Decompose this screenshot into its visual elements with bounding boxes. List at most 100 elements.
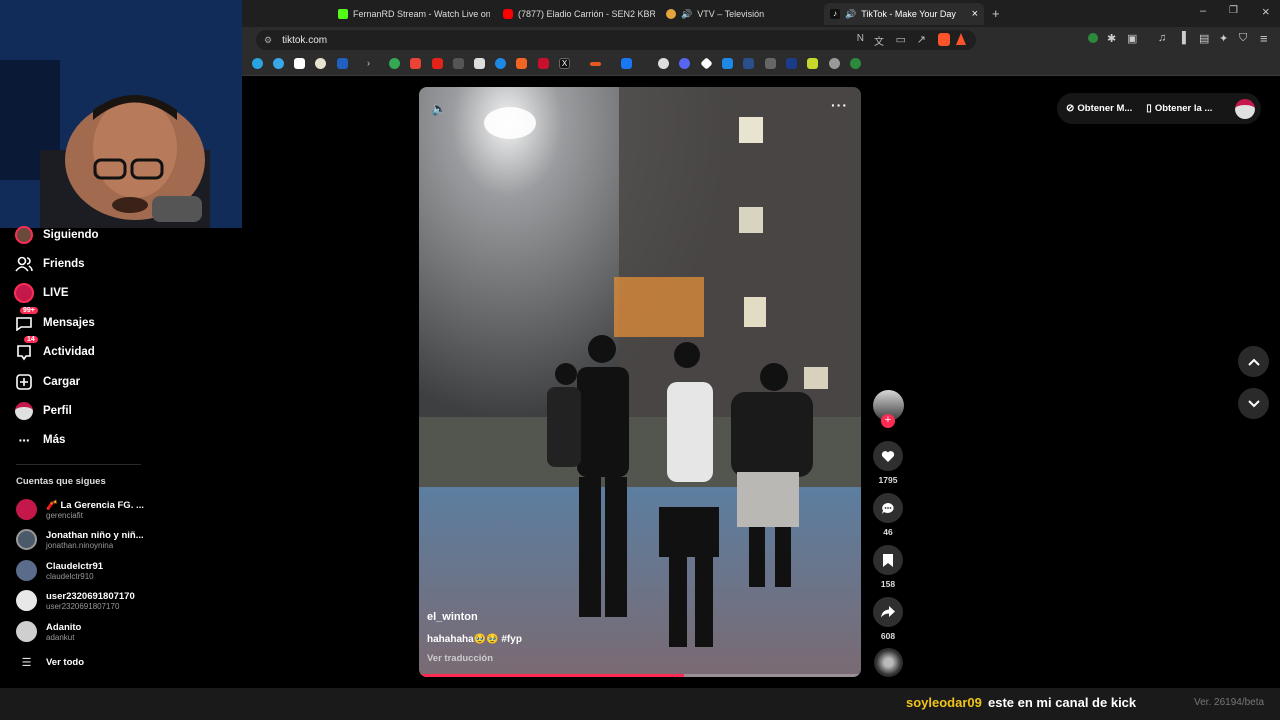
menu-icon[interactable]: ≡ — [1260, 31, 1268, 46]
translate-icon[interactable]: 文 — [874, 33, 884, 48]
maps-bookmark-icon[interactable] — [389, 58, 400, 69]
volume-icon[interactable]: 🔈 — [431, 101, 447, 117]
restore-icon[interactable]: ❐ — [1229, 5, 1238, 16]
account-item[interactable]: Jonathan niño y niñ... jonathan.ninoynina — [16, 529, 144, 550]
x-bookmark-icon[interactable]: X — [559, 58, 570, 69]
bookmark-icon[interactable] — [474, 58, 485, 69]
close-tab-icon[interactable]: × — [972, 8, 978, 20]
bookmark-icon[interactable] — [700, 57, 713, 70]
media-icon[interactable]: ♫ — [1158, 32, 1166, 44]
cast-icon[interactable]: ▭ — [896, 33, 906, 46]
share-icon[interactable]: ↗ — [917, 33, 926, 46]
bookmark-icon[interactable] — [850, 58, 861, 69]
video-progress-track[interactable] — [419, 674, 861, 677]
account-item[interactable]: user2320691807170 user2320691807170 — [16, 590, 135, 611]
chat-username: soyleodar09 — [906, 695, 982, 710]
share-button[interactable]: 608 — [872, 597, 904, 641]
comment-button[interactable]: 46 — [872, 493, 904, 537]
screenshot-icon[interactable]: ▣ — [1127, 32, 1137, 45]
bookmark-icon[interactable] — [829, 58, 840, 69]
close-window-icon[interactable]: × — [1262, 4, 1270, 19]
follow-plus-icon[interactable]: + — [881, 414, 895, 428]
save-button[interactable]: 158 — [872, 545, 904, 589]
wallet-icon[interactable]: ▤ — [1199, 32, 1209, 45]
author-avatar-button[interactable]: + — [872, 390, 904, 428]
bookmark-icon[interactable] — [315, 58, 326, 69]
account-item[interactable]: Adanito adankut — [16, 621, 81, 642]
bookmark-icon[interactable] — [453, 58, 464, 69]
following-accounts-title: Cuentas que sigues — [16, 476, 106, 487]
share-arrow-icon[interactable] — [873, 597, 903, 627]
video-player[interactable]: 🔈 ··· el_winton hahahaha🥹🥹 #fyp Ver trad… — [419, 87, 861, 677]
list-icon: ☰ — [21, 657, 32, 669]
comment-icon[interactable] — [873, 493, 903, 523]
bookmark-icon[interactable]: › — [367, 58, 378, 69]
discord-bookmark-icon[interactable] — [679, 58, 690, 69]
nav-more[interactable]: ··· Más — [14, 430, 66, 450]
bookmark-icon[interactable] — [432, 58, 443, 69]
previous-video-button[interactable] — [1238, 346, 1269, 377]
bookmark-icon[interactable] — [786, 58, 797, 69]
more-options-icon[interactable]: ··· — [831, 97, 848, 113]
see-translation-link[interactable]: Ver traducción — [427, 653, 493, 664]
bookmark-icon[interactable] — [658, 58, 669, 69]
account-username: claudelctr910 — [46, 571, 94, 581]
bookmark-icon[interactable] — [538, 58, 549, 69]
bookmark-icon[interactable] — [621, 58, 632, 69]
chat-message: este en mi canal de kick — [988, 695, 1137, 710]
see-all-link[interactable]: ☰ Ver todo — [16, 656, 84, 669]
kick-icon — [338, 9, 348, 19]
omnibox[interactable]: ⚙ tiktok.com ↗ ▭ 文 N — [256, 30, 976, 50]
nav-messages[interactable]: 99+ Mensajes — [14, 307, 95, 333]
sound-disc-button[interactable] — [872, 648, 904, 677]
brave-shield-icon[interactable] — [938, 33, 950, 46]
tab-fernanrd[interactable]: FernanRD Stream - Watch Live on Ki — [332, 3, 490, 25]
site-settings-icon[interactable]: ⚙ — [264, 35, 272, 46]
bookmark-icon[interactable] — [807, 58, 818, 69]
next-video-button[interactable] — [1238, 388, 1269, 419]
nav-live[interactable]: LIVE — [14, 283, 69, 303]
bookmark-icon[interactable] — [273, 58, 284, 69]
bookmark-icon[interactable] — [294, 58, 305, 69]
tab-vtv[interactable]: 🔊 VTV – Televisión — [660, 3, 818, 25]
account-name: Adanito — [46, 621, 82, 633]
bookmark-icon[interactable] — [516, 58, 527, 69]
bookmark-icon[interactable] — [743, 58, 754, 69]
bookmark-icon[interactable] — [873, 545, 903, 575]
brave-rewards-icon[interactable] — [956, 33, 966, 45]
tab-youtube[interactable]: (7877) Eladio Carrión - SEN2 KBRN M — [497, 3, 655, 25]
friends-icon — [14, 254, 34, 274]
get-coins-button[interactable]: ⊘ Obtener M... — [1066, 103, 1132, 114]
video-progress-fill — [419, 674, 685, 677]
bookmark-icon[interactable] — [590, 62, 601, 66]
bookmark-icon[interactable] — [410, 58, 421, 69]
sidebar-toggle-icon[interactable]: ▐ — [1178, 32, 1186, 44]
leo-ai-icon[interactable]: ✦ — [1219, 32, 1228, 45]
get-app-button[interactable]: ▯ Obtener la ... — [1146, 103, 1212, 114]
telegram-bookmark-icon[interactable] — [252, 58, 263, 69]
nav-activity[interactable]: 14 Actividad — [14, 336, 95, 362]
bookmark-icon[interactable] — [337, 58, 348, 69]
bookmark-icon[interactable] — [765, 58, 776, 69]
new-tab-button[interactable]: + — [992, 6, 1000, 21]
account-username: gerenciafit — [46, 510, 83, 520]
profile-avatar[interactable] — [1235, 98, 1255, 119]
account-item[interactable]: 🧨 La Gerencia FG. ... gerenciafit — [16, 499, 144, 520]
nav-following[interactable]: Siguiendo — [14, 225, 99, 245]
heart-icon[interactable] — [873, 441, 903, 471]
like-button[interactable]: 1795 — [872, 441, 904, 485]
account-item[interactable]: Claudelctr91 claudelctr910 — [16, 560, 103, 581]
video-author[interactable]: el_winton — [427, 611, 478, 623]
extension-green-icon[interactable] — [1088, 33, 1098, 43]
tab-tiktok[interactable]: ♪ 🔊 TikTok - Make Your Day × — [824, 3, 984, 25]
nav-upload[interactable]: Cargar — [14, 372, 80, 392]
no-tracking-icon[interactable]: N — [857, 33, 864, 44]
vpn-icon[interactable]: ⛉ — [1239, 32, 1247, 45]
bookmark-icon[interactable] — [722, 58, 733, 69]
nav-profile[interactable]: Perfil — [14, 401, 72, 421]
bookmark-icon[interactable] — [495, 58, 506, 69]
extensions-icon[interactable]: ✱ — [1107, 32, 1116, 45]
nav-friends[interactable]: Friends — [14, 254, 85, 274]
minimize-icon[interactable]: – — [1200, 5, 1206, 17]
account-avatar — [16, 621, 37, 642]
